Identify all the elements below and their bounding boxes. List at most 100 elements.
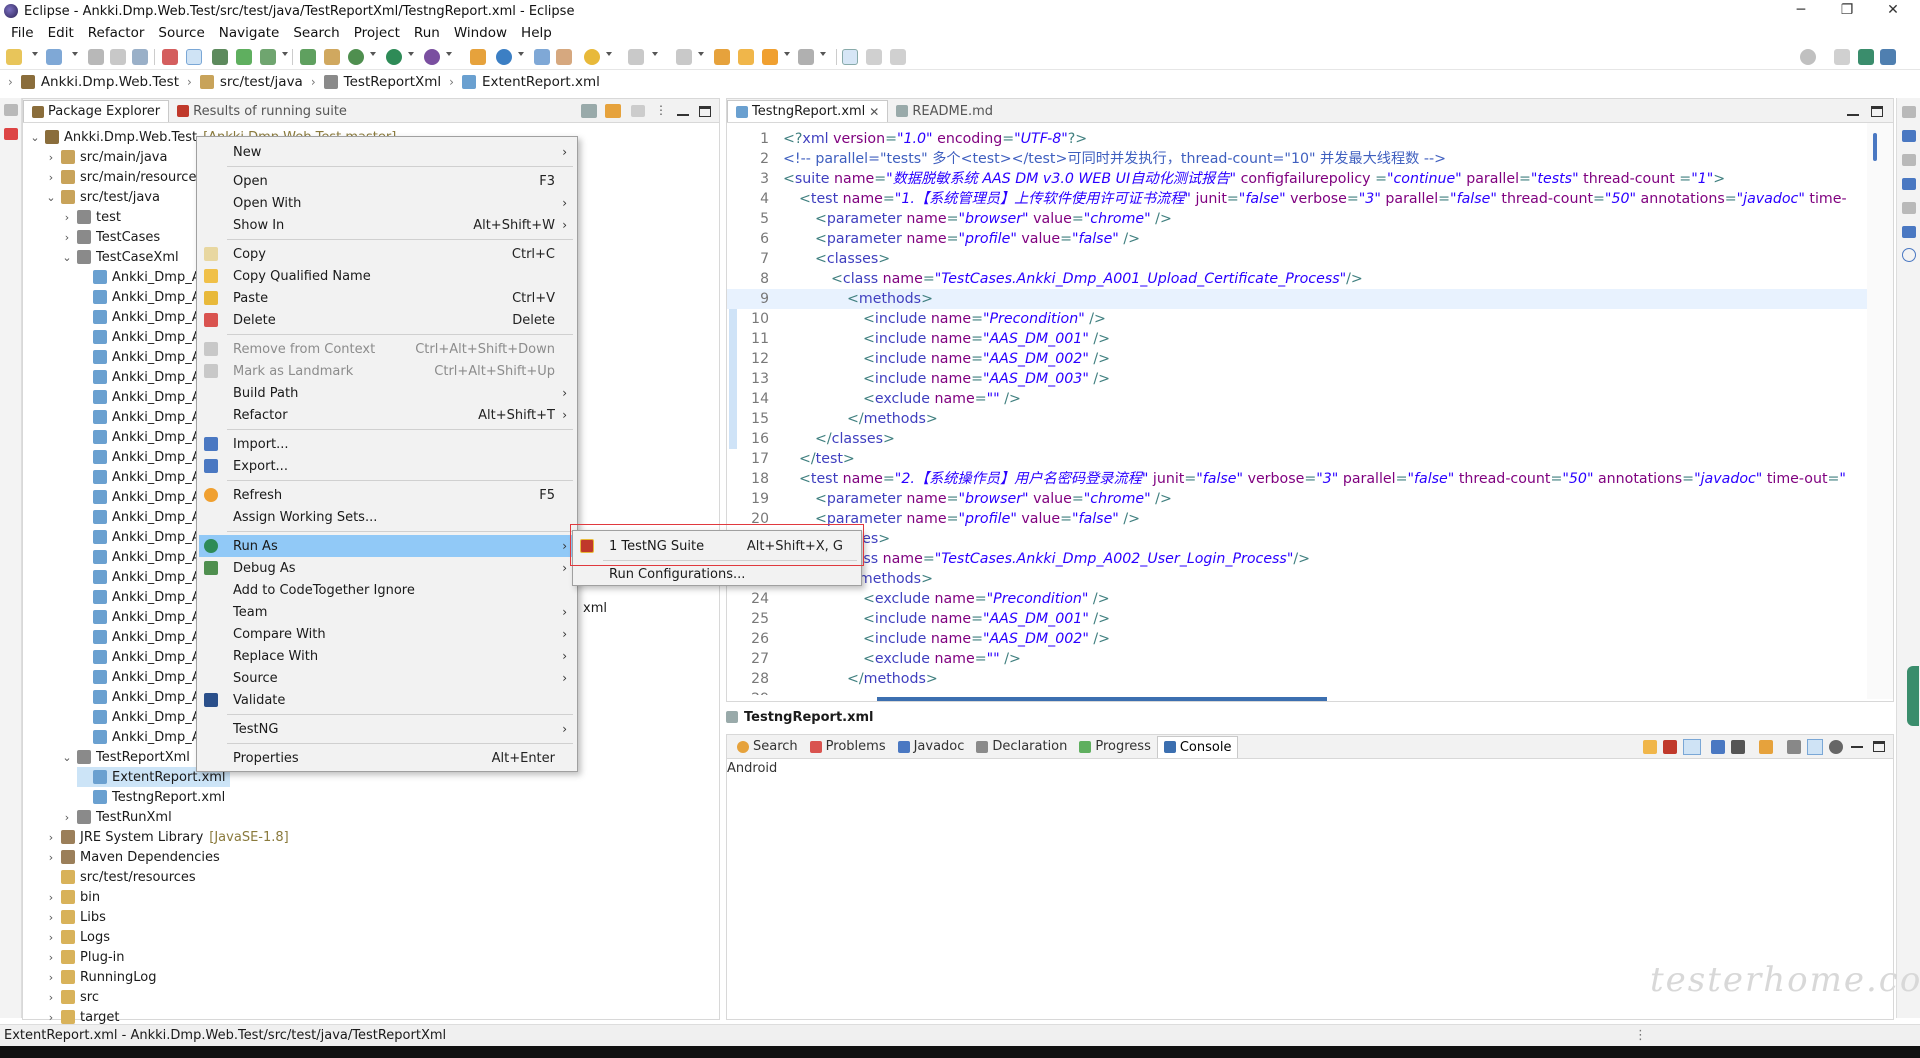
tab-package-explorer[interactable]: Package Explorer	[23, 100, 170, 122]
menu-item-add-to-codetogether-ignore[interactable]: Add to CodeTogether Ignore	[199, 579, 575, 601]
code-line[interactable]: 8 <class name="TestCases.Ankki_Dmp_A001_U…	[727, 269, 1871, 289]
tab-problems[interactable]: Problems	[804, 736, 892, 758]
tree-item[interactable]: ⌄ TestCaseXml	[61, 247, 178, 267]
tree-item[interactable]: src/test/resources	[45, 867, 196, 887]
tree-item[interactable]: › test	[61, 207, 121, 227]
code-line[interactable]: 20 <parameter name="profile" value="false…	[727, 509, 1871, 529]
pin-console-icon[interactable]	[1711, 739, 1725, 754]
last-edit-icon[interactable]	[714, 49, 730, 65]
tree-item[interactable]: Ankki_Dmp_A0	[77, 507, 209, 527]
editor-horizontal-scrollbar[interactable]	[877, 697, 1327, 701]
menu-item-open-with[interactable]: Open With ›	[199, 192, 575, 214]
tree-item[interactable]: Ankki_Dmp_A0	[77, 647, 209, 667]
tree-item[interactable]: Ankki_Dmp_A0	[77, 467, 209, 487]
test-icon[interactable]	[300, 49, 316, 65]
tree-twisty-icon[interactable]: ›	[45, 831, 57, 844]
code-line[interactable]: 15 </methods>	[727, 409, 1871, 429]
menu-source[interactable]: Source	[151, 25, 211, 41]
tree-item[interactable]: Ankki_Dmp_A0	[77, 587, 209, 607]
menu-item-debug-as[interactable]: Debug As ›	[199, 557, 575, 579]
code-line[interactable]: 23<methods>	[727, 569, 1871, 589]
tree-item[interactable]: › src	[45, 987, 99, 1007]
build-icon[interactable]	[212, 49, 228, 65]
scroll-thumb[interactable]	[1873, 133, 1877, 161]
run-icon[interactable]	[386, 49, 402, 65]
tree-item[interactable]: Ankki_Dmp_A0	[77, 267, 209, 287]
menu-item-import[interactable]: Import...	[199, 433, 575, 455]
editor-vertical-scrollbar[interactable]	[1867, 123, 1893, 699]
git-icon[interactable]	[4, 128, 18, 140]
code-line[interactable]: 18 <test name="2.【系统操作员】用户名密码登录流程" junit=…	[727, 469, 1871, 489]
menu-item-testng[interactable]: TestNG ›	[199, 718, 575, 740]
tree-item[interactable]: Ankki_Dmp_A1	[77, 727, 209, 747]
tree-item[interactable]: Ankki_Dmp_A0	[77, 447, 209, 467]
tree-twisty-icon[interactable]: ›	[45, 991, 57, 1004]
tree-item[interactable]: › Maven Dependencies	[45, 847, 220, 867]
terminate-icon[interactable]	[1663, 739, 1677, 754]
tree-twisty-icon[interactable]: ⌄	[45, 191, 57, 204]
tree-item[interactable]: › JRE System Library [JavaSE-1.8]	[45, 827, 289, 847]
code-line[interactable]: 12 <include name="AAS_DM_002" />	[727, 349, 1871, 369]
forward-icon[interactable]	[798, 49, 814, 65]
tree-item[interactable]: TestngReport.xml	[77, 787, 225, 807]
menu-item-export[interactable]: Export...	[199, 455, 575, 477]
menu-item-source[interactable]: Source ›	[199, 667, 575, 689]
tree-twisty-icon[interactable]: ›	[45, 971, 57, 984]
menu-search[interactable]: Search	[286, 25, 346, 41]
maximize-console-icon[interactable]	[1873, 741, 1885, 752]
restore-icon[interactable]	[1902, 106, 1916, 118]
tree-twisty-icon[interactable]: ›	[45, 951, 57, 964]
menu-project[interactable]: Project	[347, 25, 407, 41]
code-line[interactable]: 17 </test>	[727, 449, 1871, 469]
breadcrumb-package[interactable]: TestReportXml	[323, 74, 441, 90]
redo-icon[interactable]	[890, 49, 906, 65]
tab-progress[interactable]: Progress	[1073, 736, 1156, 758]
tab-search[interactable]: Search	[731, 736, 804, 758]
terminal-icon[interactable]	[162, 49, 178, 65]
outline-icon[interactable]	[1902, 130, 1916, 142]
breadcrumb-project[interactable]: › Ankki.Dmp.Web.Test	[8, 74, 179, 90]
tree-item[interactable]: › RunningLog	[45, 967, 157, 987]
menu-item-assign-working-sets[interactable]: Assign Working Sets...	[199, 506, 575, 528]
tree-twisty-icon[interactable]: ›	[45, 851, 57, 864]
undo-icon[interactable]	[866, 49, 882, 65]
restore-view-icon[interactable]	[4, 104, 18, 116]
menu-item-run-as[interactable]: Run As ›	[199, 535, 575, 557]
tree-item[interactable]: ⌄ src/test/java	[45, 187, 160, 207]
tree-item[interactable]: › Libs	[45, 907, 106, 927]
code-line[interactable]: 19 <parameter name="browser" value="chrom…	[727, 489, 1871, 509]
save-all-icon[interactable]	[110, 49, 126, 65]
new-project-icon[interactable]	[46, 49, 62, 65]
menu-item-refresh[interactable]: Refresh F5	[199, 484, 575, 506]
tab-testngreport-xml[interactable]: TestngReport.xml ✕	[727, 100, 889, 122]
close-window-button[interactable]: ✕	[1870, 0, 1916, 22]
menu-item-compare-with[interactable]: Compare With ›	[199, 623, 575, 645]
menu-navigate[interactable]: Navigate	[212, 25, 287, 41]
display-console-icon[interactable]	[1731, 739, 1745, 754]
android-sdk-icon[interactable]	[236, 49, 252, 65]
tree-item[interactable]: Ankki_Dmp_A0	[77, 387, 209, 407]
back-icon[interactable]	[762, 49, 778, 65]
open-type-icon[interactable]	[534, 49, 550, 65]
menu-item-delete[interactable]: Delete Delete	[199, 309, 575, 331]
toggle-mark-icon[interactable]	[186, 49, 202, 65]
code-line[interactable]: 2 <!-- parallel="tests" 多个<test></test>可同…	[727, 149, 1871, 169]
next-annotation-icon[interactable]	[676, 49, 692, 65]
code-line[interactable]: 16 </classes>	[727, 429, 1871, 449]
menu-item-new[interactable]: New ›	[199, 141, 575, 163]
tree-twisty-icon[interactable]: ›	[61, 211, 73, 224]
menu-item-team[interactable]: Team ›	[199, 601, 575, 623]
tree-item[interactable]: Ankki_Dmp_A0	[77, 527, 209, 547]
menu-item-show-in[interactable]: Show In Alt+Shift+W ›	[199, 214, 575, 236]
tree-twisty-icon[interactable]: ›	[45, 151, 57, 164]
open-perspective-icon[interactable]	[1834, 49, 1850, 65]
open-console-icon[interactable]	[1759, 739, 1773, 754]
checkbox-icon[interactable]	[260, 49, 276, 65]
tree-item[interactable]: ⌄ TestReportXml	[61, 747, 190, 767]
code-line[interactable]: 9 <methods>	[727, 289, 1871, 309]
tree-item[interactable]: Ankki_Dmp_A0	[77, 607, 209, 627]
tree-item[interactable]: Ankki_Dmp_A0	[77, 707, 209, 727]
help-icon[interactable]	[1902, 248, 1916, 262]
new-icon[interactable]	[6, 49, 22, 65]
focus-icon[interactable]	[631, 105, 645, 117]
